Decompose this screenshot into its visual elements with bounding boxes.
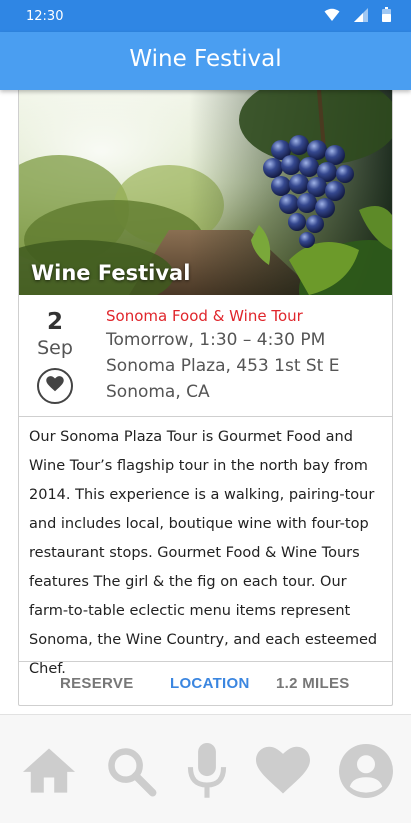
heart-icon [46, 375, 64, 397]
nav-profile[interactable] [338, 743, 394, 803]
hero-image: Wine Festival [19, 90, 392, 295]
wifi-icon [324, 8, 340, 27]
event-card: Wine Festival 2 Sep Sonoma Food & Wine T… [18, 90, 393, 706]
event-details: 2 Sep Sonoma Food & Wine Tour Tomorrow, … [19, 295, 392, 417]
event-description: Our Sonoma Plaza Tour is Gourmet Food an… [29, 429, 378, 677]
reserve-button[interactable]: RESERVE [60, 675, 134, 692]
app-bar: Wine Festival [0, 32, 411, 90]
event-address-line1: Sonoma Plaza, 453 1st St E [106, 355, 340, 376]
distance-button[interactable]: 1.2 MILES [276, 675, 350, 692]
event-info: Sonoma Food & Wine Tour Tomorrow, 1:30 –… [106, 307, 384, 405]
event-date-day: 2 [46, 309, 63, 335]
event-time: Tomorrow, 1:30 – 4:30 PM [106, 329, 326, 350]
nav-search[interactable] [103, 745, 159, 801]
location-button[interactable]: LOCATION [170, 675, 250, 692]
status-time: 12:30 [26, 9, 64, 24]
nav-voice[interactable] [179, 742, 235, 804]
card-actions: RESERVE LOCATION 1.2 MILES [19, 661, 392, 705]
app-title: Wine Festival [129, 46, 282, 72]
home-icon [23, 747, 75, 800]
nav-home[interactable] [21, 745, 77, 801]
heart-icon [256, 746, 310, 801]
battery-icon [382, 7, 391, 27]
bottom-navigation [0, 714, 411, 823]
favorite-button[interactable] [37, 368, 73, 404]
microphone-icon [185, 742, 229, 804]
search-icon [105, 745, 157, 802]
event-tour-name[interactable]: Sonoma Food & Wine Tour [106, 307, 384, 327]
event-date-month: Sep [37, 337, 73, 359]
event-address-line2: Sonoma, CA [106, 381, 210, 402]
status-icons [324, 7, 391, 27]
signal-icon [354, 7, 368, 27]
nav-favorites[interactable] [255, 745, 311, 801]
account-icon [339, 743, 393, 803]
status-bar: 12:30 [0, 0, 411, 32]
hero-title: Wine Festival [31, 261, 191, 285]
